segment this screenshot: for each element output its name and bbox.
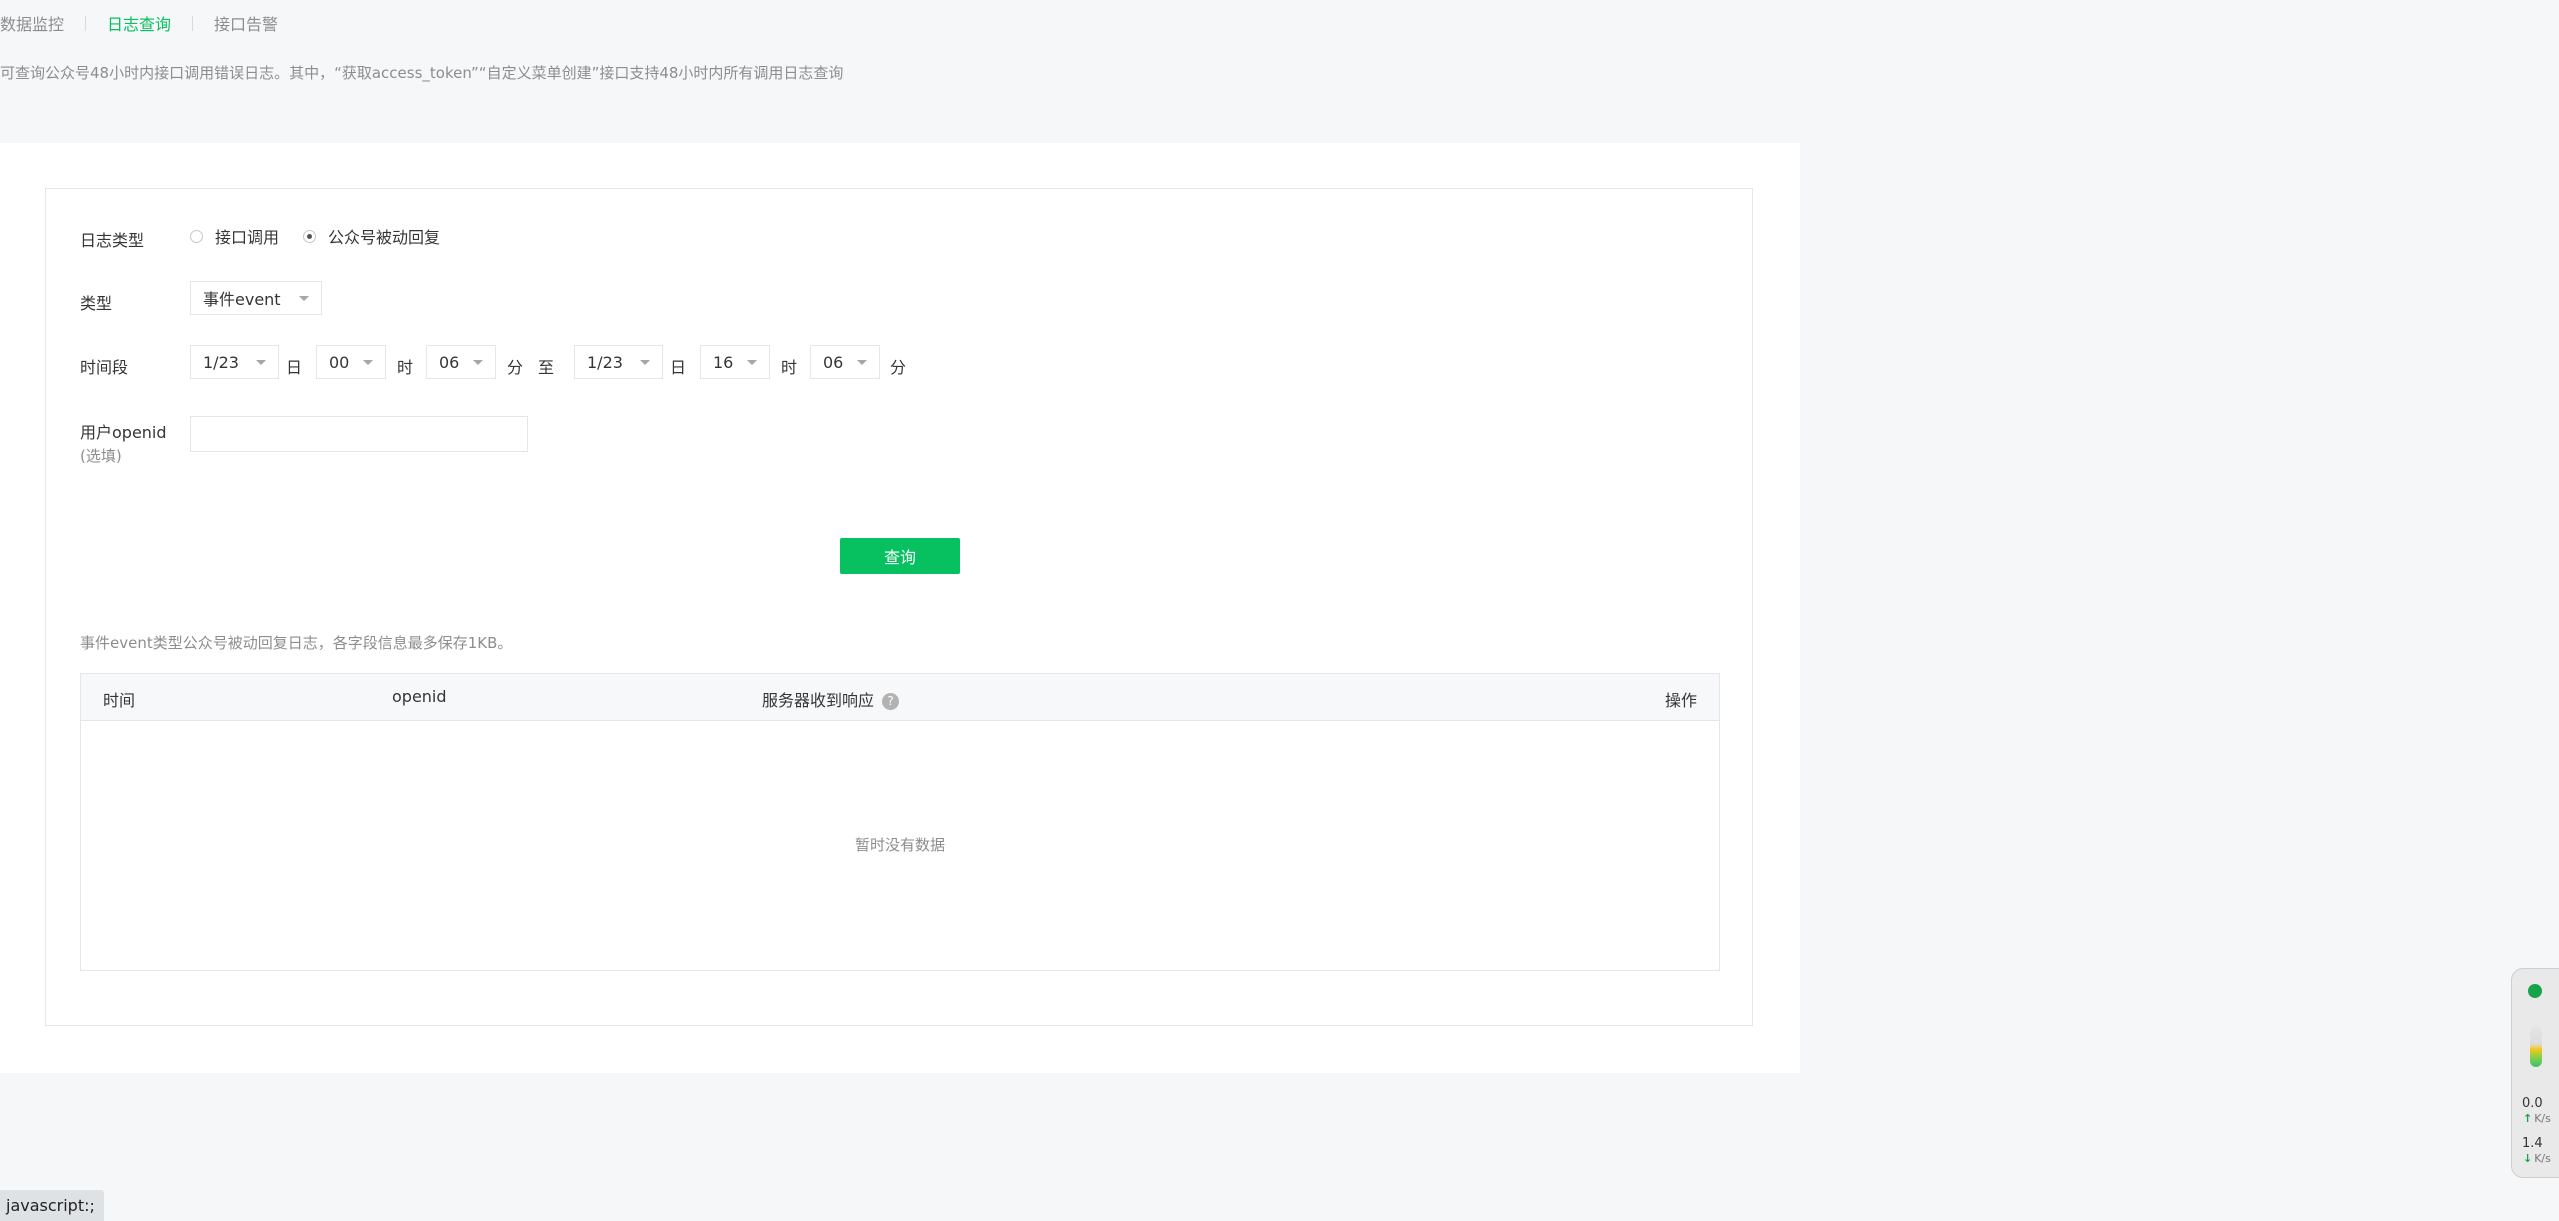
start-minute-unit: 分 (507, 358, 524, 377)
start-minute-select[interactable]: 06 (426, 345, 496, 379)
table-note: 事件event类型公众号被动回复日志，各字段信息最多保存1KB。 (80, 634, 513, 652)
start-hour-unit: 时 (397, 358, 414, 377)
download-speed-unit-label: K/s (2534, 1152, 2551, 1165)
query-button[interactable]: 查询 (840, 538, 960, 574)
chevron-down-icon (747, 360, 757, 365)
tab-divider (85, 15, 87, 31)
arrow-down-icon: ↓ (2523, 1152, 2533, 1165)
main-panel: 日志类型 接口调用 公众号被动回复 类型 事件event 时间段 1/23 日 … (0, 143, 1800, 1073)
column-header-server-response-label: 服务器收到响应 (762, 691, 875, 710)
network-speed-widget[interactable]: 0.0 ↑ K/s 1.4 ↓ K/s (2511, 968, 2559, 1178)
chevron-down-icon (256, 360, 266, 365)
column-header-openid: openid (392, 687, 447, 706)
upload-speed-unit-label: K/s (2534, 1112, 2551, 1125)
start-hour-select[interactable]: 00 (316, 345, 386, 379)
chevron-down-icon (473, 360, 483, 365)
tab-log-query[interactable]: 日志查询 (107, 11, 171, 35)
end-date-value: 1/23 (587, 352, 623, 372)
log-type-radio-group: 接口调用 公众号被动回复 (190, 225, 464, 247)
tab-nav: 数据监控 日志查询 接口告警 (0, 11, 278, 35)
radio-api-call-label: 接口调用 (215, 228, 280, 247)
upload-speed-value: 0.0 (2522, 1096, 2543, 1111)
tab-data-monitor[interactable]: 数据监控 (0, 11, 64, 35)
help-icon[interactable]: ? (882, 693, 900, 710)
start-hour-value: 00 (329, 352, 350, 372)
tab-api-alert[interactable]: 接口告警 (214, 11, 278, 35)
download-speed-value: 1.4 (2522, 1136, 2543, 1151)
page-notice: 可查询公众号48小时内接口调用错误日志。其中，“获取access_token”“… (0, 64, 844, 82)
time-range-label: 时间段 (80, 358, 129, 377)
start-date-select[interactable]: 1/23 (190, 345, 279, 379)
chevron-down-icon (640, 360, 650, 365)
start-day-unit: 日 (286, 358, 303, 377)
log-query-card: 日志类型 接口调用 公众号被动回复 类型 事件event 时间段 1/23 日 … (45, 188, 1753, 1026)
column-header-server-response: 服务器收到响应? (762, 687, 900, 711)
end-day-unit: 日 (670, 358, 687, 377)
radio-passive-reply[interactable]: 公众号被动回复 (303, 224, 440, 248)
tab-divider (192, 15, 194, 31)
end-minute-select[interactable]: 06 (810, 345, 880, 379)
download-speed-unit: ↓ K/s (2523, 1152, 2551, 1165)
type-select[interactable]: 事件event (190, 281, 322, 315)
status-bar-url: javascript:; (0, 1190, 104, 1221)
end-minute-value: 06 (823, 352, 844, 372)
type-label: 类型 (80, 294, 113, 313)
end-date-select[interactable]: 1/23 (574, 345, 663, 379)
upload-speed-unit: ↑ K/s (2523, 1112, 2551, 1125)
arrow-up-icon: ↑ (2523, 1112, 2533, 1125)
start-date-value: 1/23 (203, 352, 239, 372)
radio-api-call-circle[interactable] (190, 229, 203, 243)
column-header-time: 时间 (103, 691, 136, 710)
openid-label: 用户openid (80, 423, 167, 442)
radio-api-call[interactable]: 接口调用 (190, 224, 279, 248)
openid-input[interactable] (190, 416, 528, 452)
table-header: 时间 openid 服务器收到响应? 操作 (81, 674, 1719, 721)
radio-passive-reply-label: 公众号被动回复 (328, 228, 441, 247)
time-range-to: 至 (538, 358, 555, 377)
chevron-down-icon (857, 360, 867, 365)
end-hour-value: 16 (713, 352, 734, 372)
end-hour-select[interactable]: 16 (700, 345, 770, 379)
radio-passive-reply-circle[interactable] (303, 229, 317, 243)
status-dot-icon (2528, 984, 2542, 998)
start-minute-value: 06 (439, 352, 460, 372)
chevron-down-icon (299, 296, 309, 301)
openid-optional-label: (选填) (80, 447, 122, 465)
log-type-label: 日志类型 (80, 231, 145, 250)
column-header-actions: 操作 (1664, 691, 1697, 710)
type-select-value: 事件event (203, 290, 281, 309)
chevron-down-icon (363, 360, 373, 365)
end-minute-unit: 分 (890, 358, 907, 377)
empty-state-text: 暂时没有数据 (854, 836, 945, 854)
log-table: 时间 openid 服务器收到响应? 操作 暂时没有数据 (80, 673, 1720, 971)
end-hour-unit: 时 (781, 358, 798, 377)
speed-gauge-icon (2530, 1025, 2542, 1067)
